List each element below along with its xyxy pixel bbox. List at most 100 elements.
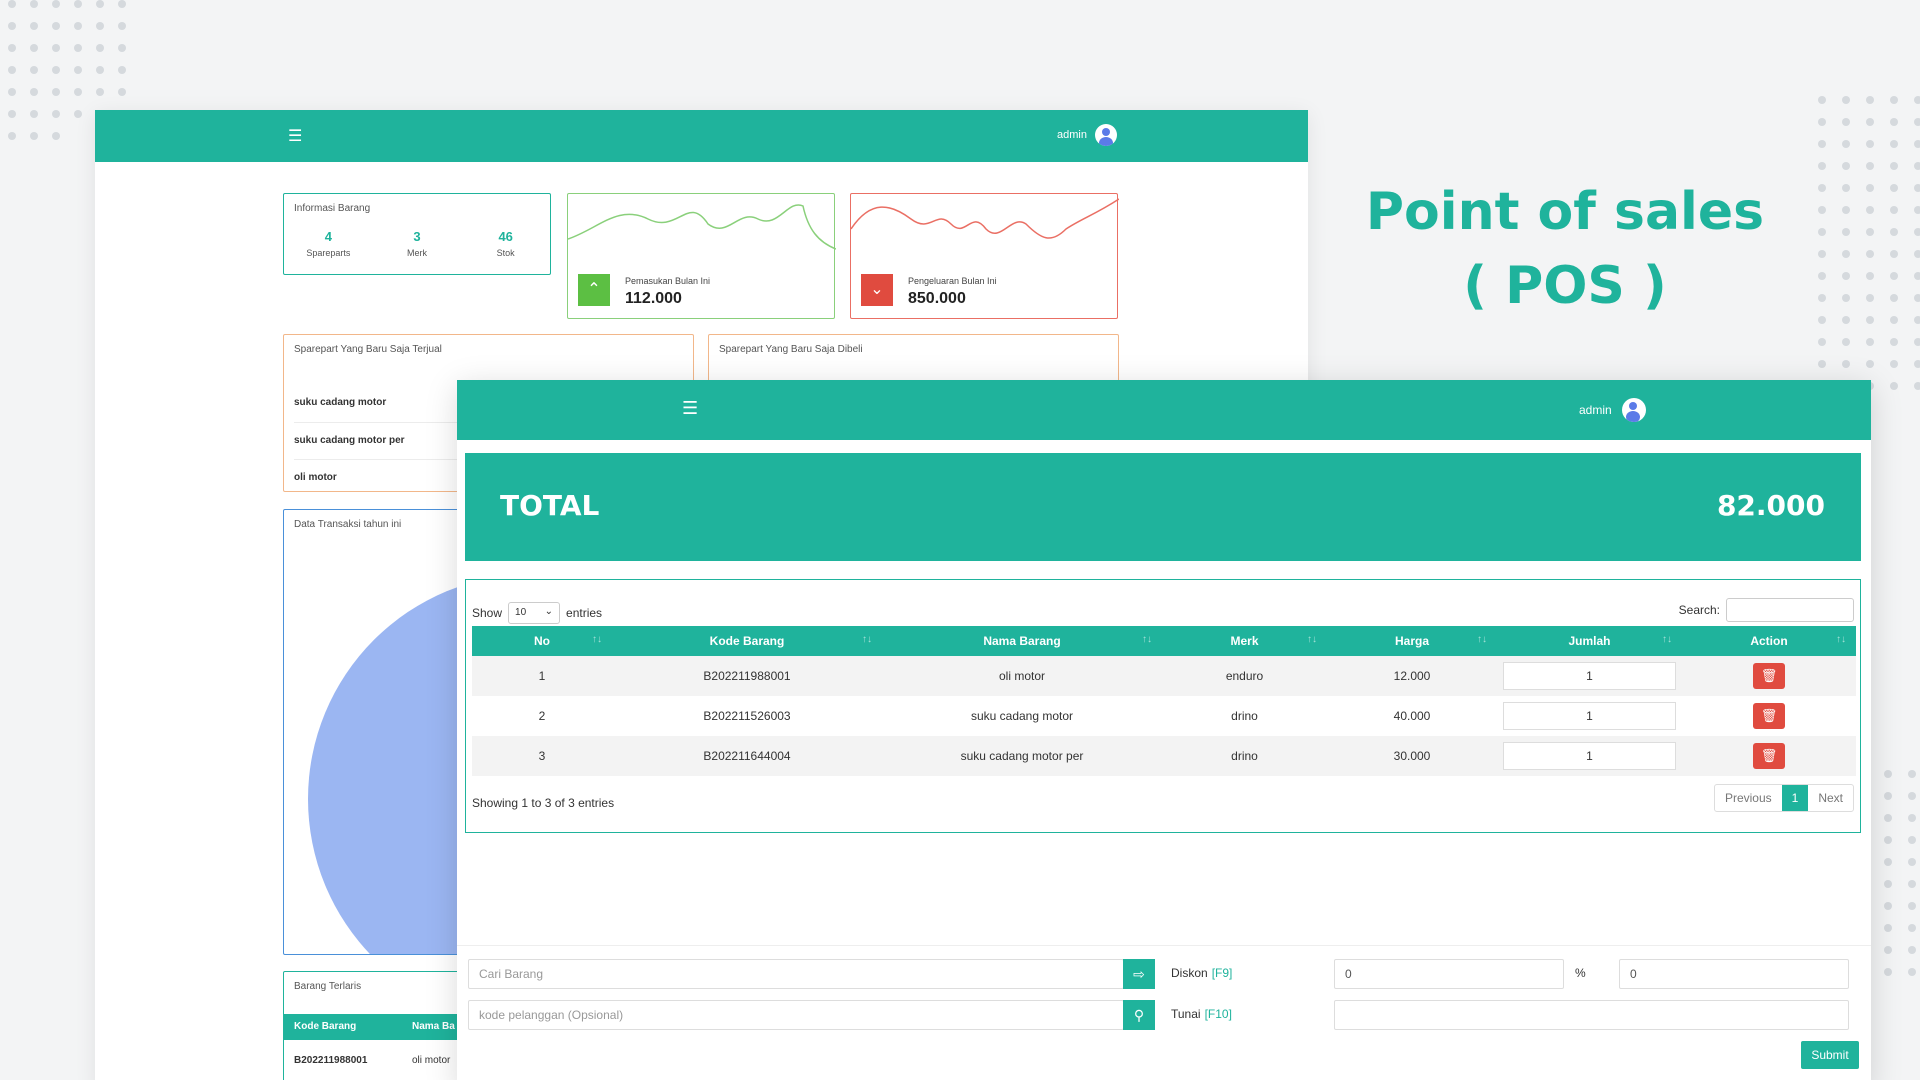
column-header-harga[interactable]: Harga ↑↓: [1327, 626, 1497, 656]
search-icon[interactable]: ⚲: [1123, 1000, 1155, 1030]
table-row: 1 B202211988001 oli motor enduro 12.000 …: [472, 656, 1856, 696]
sort-icon: ↑↓: [1477, 634, 1487, 645]
delete-button[interactable]: 🗑: [1753, 663, 1785, 689]
stat-label: Merk: [407, 248, 427, 258]
card-title: Barang Terlaris: [294, 981, 362, 992]
quantity-input[interactable]: 1: [1503, 662, 1676, 690]
sort-icon: ↑↓: [1307, 634, 1317, 645]
headline: Point of sales ( POS ): [1330, 175, 1800, 323]
discount-label-text: Diskon: [1171, 966, 1208, 980]
stat-value: 4: [324, 229, 332, 244]
cash-label: Tunai [F10]: [1171, 1007, 1232, 1021]
income-sparkline: [568, 204, 836, 250]
user-menu[interactable]: admin: [1579, 398, 1646, 422]
entries-select[interactable]: 10 ⌄: [508, 602, 561, 624]
showing-info: Showing 1 to 3 of 3 entries: [472, 796, 615, 810]
previous-button[interactable]: Previous: [1715, 785, 1782, 811]
discount-amount-input[interactable]: 0: [1619, 959, 1849, 989]
entries-value: 10: [515, 607, 527, 618]
delete-button[interactable]: 🗑: [1753, 743, 1785, 769]
expense-value: 850.000: [908, 290, 966, 307]
column-header-nama[interactable]: Nama Barang ↑↓: [882, 626, 1162, 656]
customer-code-input[interactable]: kode pelanggan (Opsional): [468, 1000, 1124, 1030]
cell-jumlah: 1: [1497, 696, 1682, 736]
delete-button[interactable]: 🗑: [1753, 703, 1785, 729]
cell-harga: 30.000: [1393, 749, 1431, 763]
card-title: Data Transaksi tahun ini: [294, 519, 402, 530]
cart-table-panel: Show 10 ⌄ entries Search: No ↑↓ Kode Bara…: [465, 579, 1861, 833]
card-title: Sparepart Yang Baru Saja Dibeli: [719, 344, 863, 355]
cell-jumlah: 1: [1497, 736, 1682, 776]
cart-table: No ↑↓ Kode Barang ↑↓ Nama Barang ↑↓ Merk ↑↓ …: [472, 626, 1856, 776]
arrow-down-icon: ⌄: [861, 274, 893, 306]
search-input[interactable]: [1726, 598, 1854, 622]
cell-jumlah: 1: [1497, 656, 1682, 696]
entries-control: Show 10 ⌄ entries: [472, 602, 602, 624]
hamburger-menu-icon[interactable]: ☰: [288, 126, 302, 146]
next-button[interactable]: Next: [1808, 785, 1853, 811]
recently-bought-card: Sparepart Yang Baru Saja Dibeli: [708, 334, 1119, 384]
percent-sign: %: [1575, 966, 1586, 980]
column-header: Kode Barang: [294, 1021, 357, 1032]
cell-nama: suku cadang motor per: [960, 749, 1084, 763]
divider: [457, 945, 1871, 946]
pos-topbar: ☰ admin: [457, 380, 1871, 440]
quantity-input[interactable]: 1: [1503, 702, 1676, 730]
entries-label: entries: [566, 606, 603, 620]
dashboard-topbar: ☰ admin: [95, 110, 1308, 162]
page-button-1[interactable]: 1: [1781, 785, 1809, 811]
column-header-kode[interactable]: Kode Barang ↑↓: [612, 626, 882, 656]
cell-kode: B202211988001: [703, 669, 791, 683]
cell-nama: oli motor: [412, 1055, 451, 1066]
income-card: ⌃ Pemasukan Bulan Ini 112.000: [567, 193, 836, 319]
card-title: Sparepart Yang Baru Saja Terjual: [294, 344, 442, 355]
expense-label: Pengeluaran Bulan Ini: [908, 276, 997, 286]
show-label: Show: [472, 606, 503, 620]
discount-percent-input[interactable]: 0: [1334, 959, 1564, 989]
column-header-jumlah[interactable]: Jumlah ↑↓: [1497, 626, 1682, 656]
cell-merk: drino: [1231, 709, 1258, 723]
arrow-up-icon: ⌃: [578, 274, 610, 306]
user-avatar-icon: [1621, 398, 1646, 422]
user-avatar-icon: [1094, 124, 1117, 146]
cell-action: 🗑: [1682, 656, 1856, 696]
sort-icon: ↑↓: [592, 634, 602, 645]
trash-icon: 🗑: [1760, 708, 1778, 723]
submit-button[interactable]: Submit: [1801, 1041, 1859, 1069]
cash-input[interactable]: [1334, 1000, 1849, 1030]
table-row: 2 B202211526003 suku cadang motor drino …: [472, 696, 1856, 736]
cell-kode: B202211526003: [703, 709, 791, 723]
discount-shortcut: [F9]: [1211, 966, 1233, 980]
quantity-input[interactable]: 1: [1503, 742, 1676, 770]
cell-no: 3: [538, 749, 546, 763]
expense-card: ⌄ Pengeluaran Bulan Ini 850.000: [850, 193, 1119, 319]
total-label: TOTAL: [500, 489, 600, 522]
hamburger-menu-icon[interactable]: ☰: [682, 398, 698, 419]
cell-merk: drino: [1231, 749, 1258, 763]
sort-icon: ↑↓: [1142, 634, 1152, 645]
enter-icon[interactable]: ⇨: [1123, 959, 1155, 989]
stat-value: 3: [413, 229, 421, 244]
cash-label-text: Tunai: [1171, 1007, 1201, 1021]
headline-line1: Point of sales: [1365, 182, 1765, 242]
headline-line2: ( POS ): [1463, 256, 1667, 316]
trash-icon: 🗑: [1760, 668, 1778, 683]
column-header-merk[interactable]: Merk ↑↓: [1162, 626, 1327, 656]
table-row: 3 B202211644004 suku cadang motor per dr…: [472, 736, 1856, 776]
cell-nama: suku cadang motor: [970, 709, 1074, 723]
decorative-dots: [1884, 770, 1920, 990]
cell-harga: 40.000: [1393, 709, 1431, 723]
stat-value: 46: [498, 229, 513, 244]
column-header-no[interactable]: No ↑↓: [472, 626, 612, 656]
column-header-action[interactable]: Action ↑↓: [1682, 626, 1856, 656]
sort-icon: ↑↓: [1662, 634, 1672, 645]
cell-no: 1: [538, 669, 546, 683]
expense-sparkline: [851, 198, 1119, 239]
stat-label: Spareparts: [306, 248, 351, 258]
search-label: Search:: [1678, 603, 1720, 617]
cell-no: 2: [538, 709, 546, 723]
cell-merk: enduro: [1225, 669, 1264, 683]
search-item-input[interactable]: Cari Barang: [468, 959, 1124, 989]
stat-label: Stok: [496, 248, 515, 258]
user-menu[interactable]: admin: [1057, 124, 1117, 146]
